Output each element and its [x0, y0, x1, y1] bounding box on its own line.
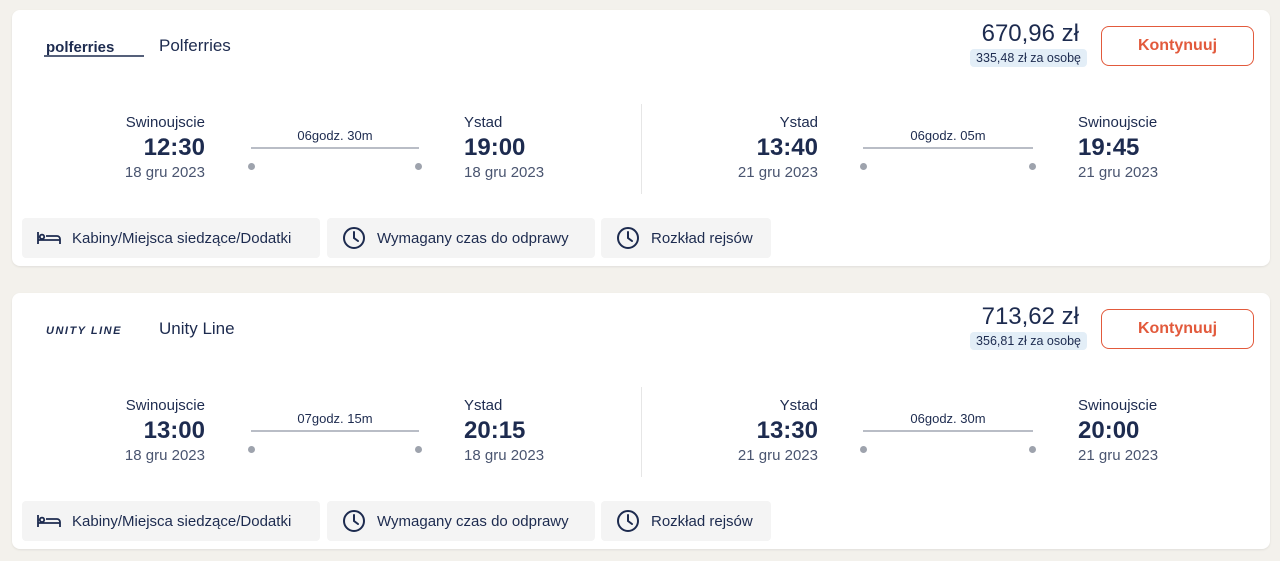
route-line: [248, 430, 422, 453]
arrival-port: Swinoujscie: [1078, 114, 1158, 131]
route-dot: [248, 163, 255, 170]
departure-date: 21 gru 2023: [737, 447, 818, 464]
arrival-time: 19:00: [464, 134, 526, 161]
svg-text:UNITY LINE: UNITY LINE: [46, 325, 122, 337]
arrival-date: 21 gru 2023: [1078, 164, 1159, 181]
departure-time: 12:30: [143, 134, 205, 161]
route-dot: [860, 446, 867, 453]
outbound-duration: 07godz. 15m: [248, 411, 422, 453]
arrival-date: 18 gru 2023: [464, 164, 545, 181]
duration-label: 07godz. 15m: [297, 411, 373, 426]
duration-label: 06godz. 30m: [297, 128, 373, 143]
route-line: [860, 430, 1036, 453]
action-label: Kabiny/Miejsca siedzące/Dodatki: [72, 229, 292, 247]
card-header: UNITY LINE Unity Line 713,62 zł 356,81 z…: [12, 293, 1270, 367]
sailing-schedule-button[interactable]: Rozkład rejsów: [601, 501, 771, 541]
arrival-port: Ystad: [464, 114, 503, 131]
clock-icon: [615, 225, 641, 251]
departure-time: 13:40: [756, 134, 818, 161]
return-arrival: Swinoujscie 20:00 21 gru 2023: [1078, 397, 1228, 477]
departure-port: Swinoujscie: [125, 114, 205, 131]
departure-port: Swinoujscie: [125, 397, 205, 414]
departure-date: 21 gru 2023: [737, 164, 818, 181]
journey-divider: [641, 104, 642, 194]
unity-line-logo: UNITY LINE: [46, 325, 122, 337]
clock-icon: [341, 508, 367, 534]
outbound-arrival: Ystad 19:00 18 gru 2023: [464, 114, 604, 194]
bed-icon: [36, 225, 62, 251]
cabins-seats-extras-button[interactable]: Kabiny/Miejsca siedzące/Dodatki: [22, 218, 320, 258]
return-duration: 06godz. 30m: [860, 411, 1036, 453]
svg-text:polferries: polferries: [46, 39, 114, 56]
price-per-person-badge: 335,48 zł za osobę: [970, 49, 1087, 67]
action-label: Rozkład rejsów: [651, 229, 753, 247]
total-price: 670,96 zł: [981, 20, 1079, 47]
return-duration: 06godz. 05m: [860, 128, 1036, 170]
outbound-departure: Swinoujscie 13:00 18 gru 2023: [92, 397, 205, 477]
action-label: Wymagany czas do odprawy: [377, 512, 569, 530]
duration-label: 06godz. 30m: [910, 411, 986, 426]
return-departure: Ystad 13:30 21 gru 2023: [698, 397, 818, 477]
outbound-arrival: Ystad 20:15 18 gru 2023: [464, 397, 604, 477]
duration-label: 06godz. 05m: [910, 128, 986, 143]
result-card: polferries Polferries 670,96 zł 335,48 z…: [12, 10, 1270, 266]
departure-date: 18 gru 2023: [124, 447, 205, 464]
continue-button[interactable]: Kontynuuj: [1101, 309, 1254, 349]
departure-time: 13:30: [756, 417, 818, 444]
route-line: [248, 147, 422, 170]
continue-button[interactable]: Kontynuuj: [1101, 26, 1254, 66]
price-per-person-badge: 356,81 zł za osobę: [970, 332, 1087, 350]
journey-details: Swinoujscie 12:30 18 gru 2023 06godz. 30…: [12, 84, 1270, 206]
departure-date: 18 gru 2023: [124, 164, 205, 181]
check-in-time-button[interactable]: Wymagany czas do odprawy: [327, 218, 595, 258]
journey-divider: [641, 387, 642, 477]
route-dot: [248, 446, 255, 453]
route-dot: [415, 446, 422, 453]
check-in-time-button[interactable]: Wymagany czas do odprawy: [327, 501, 595, 541]
bed-icon: [36, 508, 62, 534]
route-dot: [415, 163, 422, 170]
departure-time: 13:00: [143, 417, 205, 444]
route-dot: [1029, 446, 1036, 453]
operator-name: Unity Line: [159, 319, 235, 338]
total-price: 713,62 zł: [981, 303, 1079, 330]
arrival-port: Swinoujscie: [1078, 397, 1158, 414]
card-actions: Kabiny/Miejsca siedzące/Dodatki Wymagany…: [12, 216, 1270, 260]
route-line: [860, 147, 1036, 170]
return-departure: Ystad 13:40 21 gru 2023: [698, 114, 818, 194]
departure-port: Ystad: [779, 397, 818, 414]
route-dot: [1029, 163, 1036, 170]
route-dot: [860, 163, 867, 170]
result-card: UNITY LINE Unity Line 713,62 zł 356,81 z…: [12, 293, 1270, 549]
arrival-date: 18 gru 2023: [464, 447, 545, 464]
outbound-duration: 06godz. 30m: [248, 128, 422, 170]
clock-icon: [341, 225, 367, 251]
arrival-time: 20:00: [1078, 417, 1140, 444]
operator-name: Polferries: [159, 36, 231, 55]
arrival-time: 20:15: [464, 417, 526, 444]
action-label: Wymagany czas do odprawy: [377, 229, 569, 247]
return-arrival: Swinoujscie 19:45 21 gru 2023: [1078, 114, 1228, 194]
arrival-port: Ystad: [464, 397, 503, 414]
sailing-schedule-button[interactable]: Rozkład rejsów: [601, 218, 771, 258]
card-actions: Kabiny/Miejsca siedzące/Dodatki Wymagany…: [12, 499, 1270, 543]
clock-icon: [615, 508, 641, 534]
outbound-departure: Swinoujscie 12:30 18 gru 2023: [92, 114, 205, 194]
departure-port: Ystad: [779, 114, 818, 131]
action-label: Kabiny/Miejsca siedzące/Dodatki: [72, 512, 292, 530]
action-label: Rozkład rejsów: [651, 512, 753, 530]
arrival-time: 19:45: [1078, 134, 1140, 161]
arrival-date: 21 gru 2023: [1078, 447, 1159, 464]
cabins-seats-extras-button[interactable]: Kabiny/Miejsca siedzące/Dodatki: [22, 501, 320, 541]
card-header: polferries Polferries 670,96 zł 335,48 z…: [12, 10, 1270, 84]
polferries-logo: polferries: [44, 39, 144, 57]
journey-details: Swinoujscie 13:00 18 gru 2023 07godz. 15…: [12, 367, 1270, 489]
